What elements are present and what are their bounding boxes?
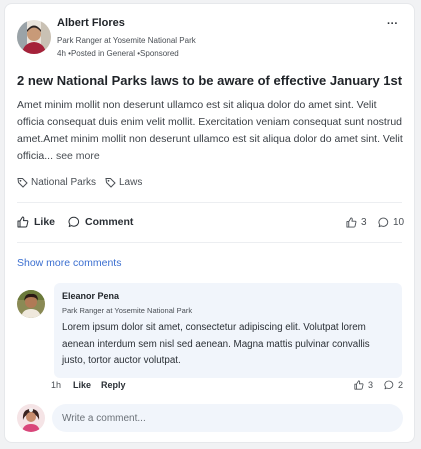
post-body: Amet minim mollit non deserunt ullamco e… — [17, 97, 405, 165]
comment-count-value: 10 — [393, 217, 405, 228]
posted-in[interactable]: Posted in General — [71, 49, 135, 58]
comment-label: Comment — [85, 216, 134, 228]
comment-like-button[interactable]: Like — [73, 380, 91, 390]
divider — [17, 202, 402, 203]
author-role: Park Ranger at Yosemite National Park — [57, 36, 196, 45]
post-time: 4h — [57, 49, 66, 58]
tag-laws[interactable]: Laws — [105, 177, 142, 188]
comment-text: Lorem ipsum dolor sit amet, consectetur … — [62, 322, 370, 366]
divider — [17, 242, 402, 243]
comment-bubble-icon — [68, 216, 80, 228]
like-count[interactable]: 3 — [346, 217, 367, 228]
comment-bubble-icon — [384, 380, 394, 390]
like-count-value: 3 — [361, 217, 367, 228]
post-card: Albert Flores Park Ranger at Yosemite Na… — [5, 4, 414, 442]
like-label: Like — [34, 216, 56, 228]
tag-national-parks[interactable]: National Parks — [17, 177, 96, 188]
more-menu-icon: ··· — [387, 18, 398, 30]
post-meta: 4h •Posted in General •Sponsored — [57, 49, 179, 58]
comment-reply-count[interactable]: 2 — [384, 380, 403, 390]
comment-reply-count-value: 2 — [398, 380, 404, 390]
commenter-role: Park Ranger at Yosemite National Park — [62, 306, 193, 315]
comment-button[interactable]: Comment — [68, 216, 133, 228]
comment-input[interactable] — [52, 404, 403, 432]
thumbs-up-icon — [17, 216, 29, 228]
tag-icon — [105, 177, 116, 188]
commenter-name[interactable]: Eleanor Pena — [62, 291, 119, 301]
commenter-avatar[interactable] — [17, 290, 45, 318]
thumbs-up-icon — [354, 380, 364, 390]
author-avatar[interactable] — [17, 20, 51, 54]
comment-bubble-icon — [378, 217, 389, 228]
author-name[interactable]: Albert Flores — [57, 17, 125, 29]
more-menu-button[interactable]: ··· — [387, 18, 398, 30]
tag-label: Laws — [119, 177, 143, 188]
thumbs-up-icon — [346, 217, 357, 228]
like-button[interactable]: Like — [17, 216, 55, 228]
post-body-ellipsis: ... — [44, 150, 54, 162]
current-user-avatar — [17, 404, 45, 432]
comment-reply-button[interactable]: Reply — [101, 380, 126, 390]
comment-count[interactable]: 10 — [378, 217, 404, 228]
post-title: 2 new National Parks laws to be aware of… — [17, 73, 403, 88]
comment-like-count[interactable]: 3 — [354, 380, 373, 390]
tag-icon — [17, 177, 28, 188]
sponsored-label: Sponsored — [140, 49, 179, 58]
comment-like-count-value: 3 — [368, 380, 374, 390]
comment-time: 1h — [51, 380, 62, 390]
show-more-comments-link[interactable]: Show more comments — [17, 257, 121, 269]
see-more-link[interactable]: see more — [56, 150, 100, 162]
tag-label: National Parks — [31, 177, 97, 188]
